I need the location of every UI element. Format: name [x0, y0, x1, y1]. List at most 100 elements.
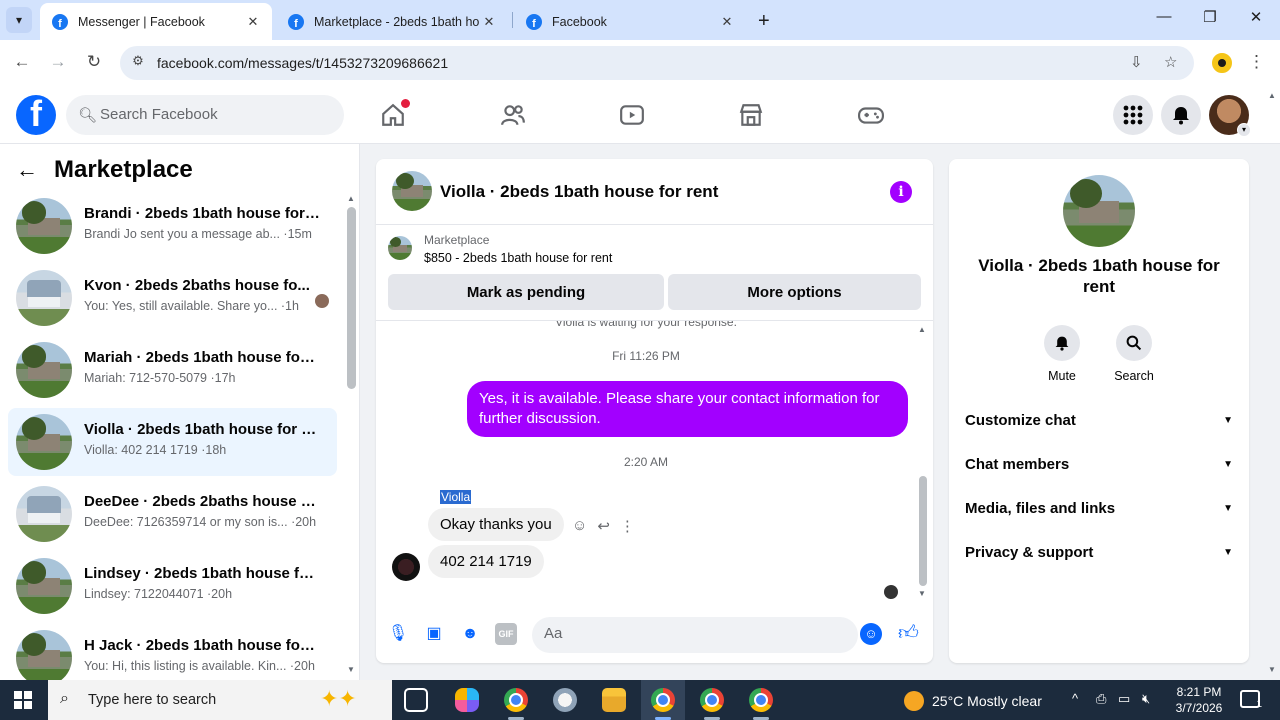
tab-search-button[interactable]: ▾	[6, 7, 32, 33]
close-tab-icon[interactable]: ✕	[718, 14, 736, 30]
listing-thumbnail[interactable]	[388, 236, 412, 260]
tab-facebook[interactable]: f Facebook ✕	[514, 3, 746, 40]
scroll-down-arrow[interactable]: ▼	[918, 589, 926, 598]
tab-messenger[interactable]: f Messenger | Facebook ✕	[40, 3, 272, 40]
conversation-item[interactable]: Brandi · 2beds 1bath house for r... Bran…	[8, 192, 337, 260]
chat-scrollbar[interactable]	[919, 476, 927, 586]
watch-icon[interactable]	[619, 102, 647, 130]
reload-icon[interactable]: ↻	[82, 52, 106, 72]
back-arrow-icon[interactable]: ←	[16, 157, 38, 183]
back-icon[interactable]: ←	[10, 52, 34, 72]
close-tab-icon[interactable]: ✕	[244, 14, 262, 30]
customize-chat-section[interactable]: Customize chat ▼	[965, 406, 1233, 434]
sticker-icon[interactable]: ☻	[459, 623, 481, 645]
meet-now-icon[interactable]: ⎙	[1096, 691, 1106, 707]
media-files-links-section[interactable]: Media, files and links ▼	[965, 494, 1233, 522]
privacy-support-section[interactable]: Privacy & support ▼	[965, 538, 1233, 566]
task-view-icon[interactable]	[404, 688, 428, 712]
search-conversation-button[interactable]: Search	[1104, 325, 1164, 383]
listing-thumbnail	[16, 198, 72, 254]
scroll-up-arrow[interactable]: ▲	[347, 194, 355, 203]
chrome-icon[interactable]	[651, 688, 675, 712]
url-text[interactable]: facebook.com/messages/t/1453273209686621	[157, 55, 448, 71]
restore-icon[interactable]: ❐	[1187, 8, 1233, 26]
conversation-item[interactable]: DeeDee · 2beds 2baths house fo... DeeDee…	[8, 480, 337, 548]
forward-icon[interactable]: →	[46, 52, 70, 72]
show-hidden-icons-icon[interactable]: ^	[1072, 691, 1078, 706]
install-app-icon[interactable]: ⇩	[1130, 53, 1143, 71]
page-scroll-down-arrow[interactable]: ▼	[1268, 665, 1276, 674]
info-icon[interactable]: i	[890, 181, 912, 203]
chrome-icon[interactable]	[749, 688, 773, 712]
search-facebook-input[interactable]: 🔍︎ Search Facebook	[66, 95, 344, 135]
notifications-bell-icon[interactable]	[1161, 95, 1201, 135]
windows-start-icon[interactable]	[14, 691, 32, 709]
new-tab-icon[interactable]: +	[758, 10, 770, 33]
mute-button[interactable]: Mute	[1032, 325, 1092, 383]
close-tab-icon[interactable]: ✕	[480, 14, 498, 30]
chevron-down-icon[interactable]: ▾	[1237, 123, 1251, 137]
gif-icon[interactable]: GIF	[495, 623, 517, 645]
tab-marketplace[interactable]: f Marketplace - 2beds 1bath hou ✕	[276, 3, 508, 40]
message-input[interactable]: Aa	[532, 617, 858, 653]
browser-profile-icon[interactable]	[1212, 53, 1232, 73]
details-avatar[interactable]	[1063, 175, 1135, 247]
message-actions: ☺ ↩ ⋮	[572, 517, 635, 535]
profile-avatar[interactable]: ▾	[1209, 95, 1251, 137]
listing-thumbnail	[16, 486, 72, 542]
network-icon[interactable]: ▭	[1118, 691, 1130, 707]
conversation-item-selected[interactable]: Violla · 2beds 1bath house for rent Viol…	[8, 408, 337, 476]
outgoing-message[interactable]: Yes, it is available. Please share your …	[467, 381, 908, 437]
scroll-down-arrow[interactable]: ▼	[347, 665, 355, 674]
react-emoji-icon[interactable]: ☺	[572, 517, 587, 535]
address-bar[interactable]: ⚙ facebook.com/messages/t/14532732096866…	[120, 46, 1194, 80]
conversation-item[interactable]: Mariah · 2beds 1bath house for r... Mari…	[8, 336, 337, 404]
browser-menu-icon[interactable]: ⋮	[1248, 52, 1265, 72]
incoming-message[interactable]: Okay thanks you	[428, 508, 564, 541]
chat-members-section[interactable]: Chat members ▼	[965, 450, 1233, 478]
snipping-tool-icon[interactable]	[553, 688, 577, 712]
chat-title[interactable]: Violla · 2beds 1bath house for rent	[440, 182, 718, 202]
copilot-icon[interactable]	[455, 688, 479, 712]
more-actions-icon[interactable]: ⋮	[620, 517, 635, 535]
notification-center-icon[interactable]: 1	[1240, 690, 1262, 710]
conversation-item[interactable]: H Jack · 2beds 1bath house for r... You:…	[8, 624, 337, 680]
friends-icon[interactable]	[500, 102, 528, 130]
photo-icon[interactable]: ▣	[423, 623, 445, 645]
listing-price[interactable]: $850 - 2beds 1bath house for rent	[424, 251, 612, 265]
system-clock[interactable]: 8:21 PM 3/7/2026	[1174, 684, 1224, 716]
sender-avatar[interactable]	[392, 553, 420, 581]
gaming-icon[interactable]	[858, 102, 886, 130]
minimize-icon[interactable]: —	[1141, 8, 1187, 25]
microphone-icon[interactable]: 🎙︎	[387, 623, 409, 645]
facebook-logo[interactable]: f	[16, 95, 56, 135]
tab-separator	[512, 12, 513, 28]
page-scroll-up-arrow[interactable]: ▲	[1268, 91, 1276, 100]
inbox-scrollbar[interactable]	[347, 207, 356, 389]
more-options-button[interactable]: More options	[668, 274, 921, 310]
taskbar-search[interactable]: ⌕ Type here to search ✦✦	[48, 680, 392, 720]
conversation-item[interactable]: Lindsey · 2beds 1bath house for ... Lind…	[8, 552, 337, 620]
message-list: Violla is waiting for your response. Fri…	[376, 321, 933, 601]
chrome-icon[interactable]	[700, 688, 724, 712]
volume-muted-icon[interactable]: 🔇︎	[1142, 691, 1150, 707]
chrome-profile-icon[interactable]	[504, 688, 528, 712]
close-window-icon[interactable]: ✕	[1233, 8, 1279, 26]
home-notification-dot	[401, 99, 410, 108]
clock-date: 3/7/2026	[1175, 701, 1223, 715]
file-explorer-icon[interactable]	[602, 688, 626, 712]
menu-grid-icon[interactable]	[1113, 95, 1153, 135]
thumbs-up-icon[interactable]: 👍︎	[898, 621, 919, 645]
reply-icon[interactable]: ↩	[597, 517, 610, 535]
marketplace-icon[interactable]	[738, 102, 766, 130]
mark-as-pending-button[interactable]: Mark as pending	[388, 274, 664, 310]
chat-avatar[interactable]	[392, 171, 432, 211]
bookmark-star-icon[interactable]: ☆	[1164, 53, 1177, 71]
site-info-icon[interactable]: ⚙	[128, 53, 148, 73]
weather-widget[interactable]: 25°C Mostly clear	[904, 691, 1042, 711]
windows-taskbar: ⌕ Type here to search ✦✦ 25°C Mostly cle…	[0, 680, 1280, 720]
scroll-up-arrow[interactable]: ▲	[918, 325, 926, 334]
conversation-item[interactable]: Kvon · 2beds 2baths house fo... You: Yes…	[8, 264, 337, 332]
emoji-icon[interactable]: ☺	[860, 623, 882, 645]
incoming-message[interactable]: 402 214 1719	[428, 545, 544, 578]
